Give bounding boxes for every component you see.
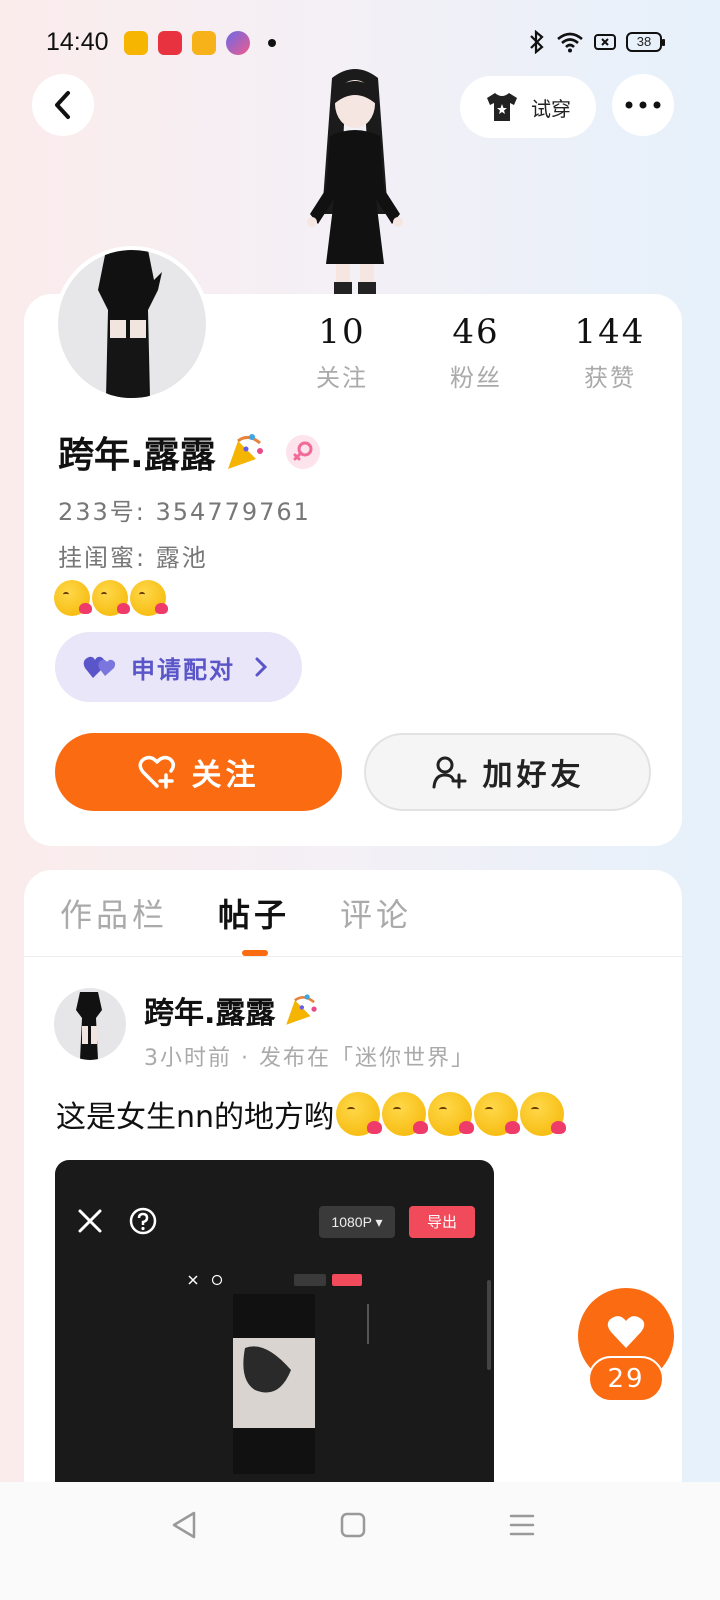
heart-plus-icon xyxy=(138,755,175,789)
system-nav-bar xyxy=(0,1482,720,1600)
chevron-left-icon xyxy=(55,91,70,119)
tab-works[interactable]: 作品栏 xyxy=(60,890,168,936)
notification-dot xyxy=(268,39,276,47)
chevron-right-icon xyxy=(255,657,267,677)
like-count: 29 xyxy=(588,1356,664,1402)
stat-likes-value: 144 xyxy=(574,312,646,352)
post-image[interactable]: 1080P ▾ 导出 xyxy=(55,1160,494,1520)
kiss-emoji-icon xyxy=(92,580,130,616)
status-time: 14:40 xyxy=(46,28,109,56)
emoji-row xyxy=(54,580,168,616)
weibo-app-icon xyxy=(124,31,148,55)
wifi-icon xyxy=(557,32,583,53)
resolution-label: 1080P xyxy=(331,1214,372,1230)
game-app-icon xyxy=(226,31,250,55)
kiss-emoji-icon xyxy=(336,1092,383,1136)
stat-fans[interactable]: 46 粉丝 xyxy=(416,312,536,393)
tab-comments[interactable]: 评论 xyxy=(340,890,412,936)
kiss-emoji-icon xyxy=(54,580,92,616)
character-figure xyxy=(307,69,403,296)
try-on-button[interactable]: 试穿 xyxy=(460,76,596,138)
sim-icon xyxy=(594,34,616,50)
more-dots-icon xyxy=(625,101,661,109)
party-popper-icon xyxy=(227,434,263,469)
kiss-emoji-icon xyxy=(474,1092,521,1136)
avatar[interactable] xyxy=(54,246,210,402)
female-badge xyxy=(285,435,320,469)
nav-menu-icon[interactable] xyxy=(509,1513,535,1537)
heart-icon xyxy=(607,1316,645,1348)
close-icon xyxy=(78,1209,102,1233)
double-heart-icon xyxy=(83,656,116,678)
add-user-icon xyxy=(432,756,466,789)
post-text[interactable]: 这是女生nn的地方哟 xyxy=(56,1092,567,1136)
tab-posts[interactable]: 帖子 xyxy=(218,890,290,936)
nav-home-icon[interactable] xyxy=(340,1512,366,1538)
username: 跨年.露露 xyxy=(58,426,320,478)
export-button: 导出 xyxy=(409,1206,475,1238)
resolution-select: 1080P ▾ xyxy=(319,1206,395,1238)
stat-following-value: 10 xyxy=(318,312,366,352)
tab-divider xyxy=(24,956,682,957)
post-text-content: 这是女生nn的地方哟 xyxy=(56,1100,335,1135)
follow-button[interactable]: 关注 xyxy=(55,733,342,811)
bluetooth-icon xyxy=(530,30,544,54)
post-author-avatar[interactable] xyxy=(54,988,126,1060)
user-id: 233号: 354779761 xyxy=(58,498,311,526)
post-author-name: 跨年.露露 xyxy=(144,996,276,1031)
bestie-line[interactable]: 挂闺蜜: 露池 xyxy=(58,538,208,573)
avatar-figure xyxy=(98,250,162,398)
kiss-emoji-icon xyxy=(382,1092,429,1136)
post-meta: 3小时前 · 发布在「迷你世界」 xyxy=(144,1046,475,1071)
tshirt-icon xyxy=(487,93,517,121)
help-icon xyxy=(129,1207,157,1235)
back-button[interactable] xyxy=(32,74,94,136)
battery-indicator: 38 xyxy=(626,32,665,52)
apply-pair-button[interactable]: 申请配对 xyxy=(55,632,302,702)
post-avatar-figure xyxy=(76,992,102,1060)
video-app-icon xyxy=(158,31,182,55)
kiss-emoji-icon xyxy=(428,1092,475,1136)
add-friend-label: 加好友 xyxy=(482,758,585,793)
stat-fans-label: 粉丝 xyxy=(450,364,502,392)
add-friend-button[interactable]: 加好友 xyxy=(364,733,651,811)
party-popper-icon xyxy=(286,994,318,1025)
nested-screenshot xyxy=(188,1274,491,1474)
stat-following-label: 关注 xyxy=(316,364,368,392)
news-app-icon xyxy=(192,31,216,55)
nav-back-icon[interactable] xyxy=(170,1510,198,1540)
stat-likes-label: 获赞 xyxy=(584,364,636,392)
username-text: 跨年.露露 xyxy=(58,435,216,476)
more-button[interactable] xyxy=(612,74,674,136)
try-on-label: 试穿 xyxy=(531,96,571,121)
follow-label: 关注 xyxy=(191,758,260,793)
stat-likes[interactable]: 144 获赞 xyxy=(550,312,670,393)
stat-fans-value: 46 xyxy=(452,312,500,352)
stat-following[interactable]: 10 关注 xyxy=(282,312,402,393)
female-icon xyxy=(293,441,313,461)
post-author[interactable]: 跨年.露露 xyxy=(144,988,321,1032)
kiss-emoji-icon xyxy=(130,580,168,616)
apply-pair-label: 申请配对 xyxy=(131,655,235,684)
kiss-emoji-icon xyxy=(520,1092,567,1136)
